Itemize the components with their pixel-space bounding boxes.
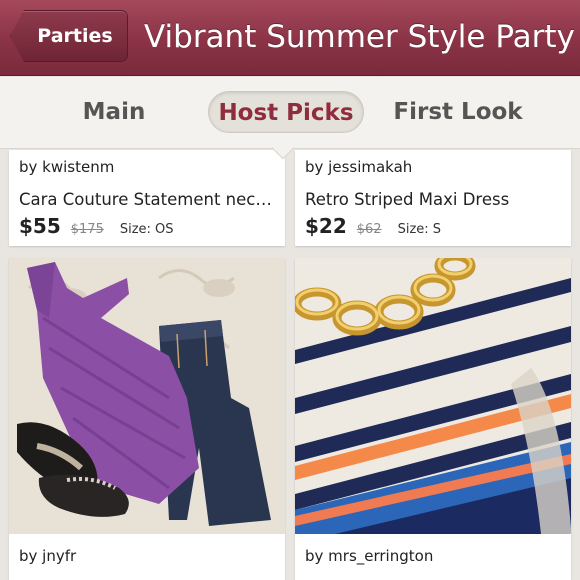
listing-photo[interactable] — [9, 258, 285, 534]
seller-name[interactable]: by mrs_errington — [305, 547, 433, 565]
tab-main-label: Main — [82, 99, 146, 125]
listing-title[interactable]: Cara Couture Statement neckl… — [19, 190, 277, 209]
listing-price: $55 — [19, 214, 61, 238]
seller-name[interactable]: by jessimakah — [305, 158, 412, 176]
original-price: $62 — [356, 222, 382, 237]
tab-host-picks[interactable]: Host Picks — [208, 91, 364, 133]
price-row: $55 $175 Size: OS — [19, 214, 174, 238]
tab-main[interactable]: Main — [62, 91, 166, 133]
seller-name[interactable]: by kwistenm — [19, 158, 114, 176]
original-price: $175 — [70, 222, 104, 237]
back-button-parties[interactable]: Parties — [10, 10, 128, 62]
page-title: Vibrant Summer Style Party — [144, 19, 575, 55]
listing-card[interactable]: by jnyfr — [9, 258, 285, 580]
seller-name[interactable]: by jnyfr — [19, 547, 76, 565]
listing-size: Size: S — [397, 222, 442, 237]
listing-card[interactable]: by jessimakah Retro Striped Maxi Dress $… — [295, 150, 571, 246]
price-row: $22 $62 Size: S — [305, 214, 441, 238]
back-button-label: Parties — [37, 25, 113, 47]
tab-bar: Main Host Picks First Look — [0, 77, 580, 149]
navigation-bar: Parties Vibrant Summer Style Party — [0, 0, 580, 76]
listing-card[interactable]: by mrs_errington — [295, 258, 571, 580]
listing-card[interactable]: by kwistenm Cara Couture Statement neckl… — [9, 150, 285, 246]
tab-first-look[interactable]: First Look — [392, 91, 524, 133]
tab-host-picks-label: Host Picks — [218, 100, 354, 126]
tab-first-look-label: First Look — [393, 99, 523, 125]
listing-title[interactable]: Retro Striped Maxi Dress — [305, 190, 563, 209]
listing-photo[interactable] — [295, 258, 571, 534]
listing-size: Size: OS — [119, 222, 174, 237]
listing-price: $22 — [305, 214, 347, 238]
